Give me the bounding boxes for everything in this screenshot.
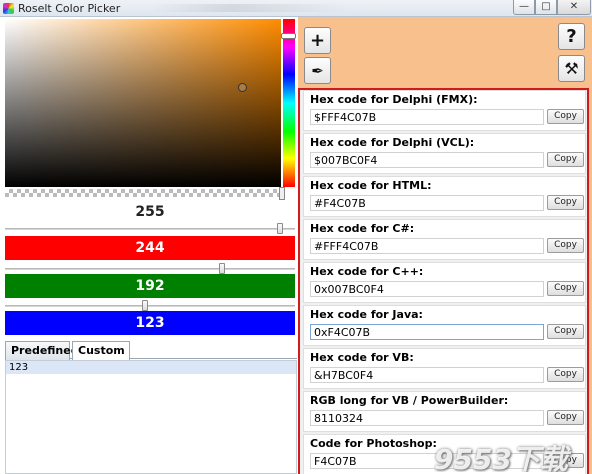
maximize-button[interactable]: □ [535, 0, 557, 15]
plus-icon: + [309, 30, 326, 51]
code-label: RGB long for VB / PowerBuilder: [310, 394, 509, 407]
add-color-button[interactable]: + [304, 27, 331, 54]
hue-slider[interactable] [283, 19, 295, 187]
palette-tabs: Predefined Custom [5, 340, 297, 360]
code-value-field[interactable]: #FFF4C07B [310, 238, 544, 254]
code-block-delphi-vcl: Hex code for Delphi (VCL): $007BC0F4 Cop… [303, 133, 586, 174]
app-icon [3, 3, 14, 14]
copy-button[interactable]: Copy [547, 195, 584, 210]
red-value[interactable]: 244 [5, 236, 295, 260]
code-value-field[interactable]: 0x007BC0F4 [310, 281, 544, 297]
copy-button[interactable]: Copy [547, 367, 584, 382]
copy-button[interactable]: Copy [547, 324, 584, 339]
code-value-field[interactable]: 8110324 [310, 410, 544, 426]
copy-button[interactable]: Copy [547, 238, 584, 253]
code-label: Hex code for HTML: [310, 179, 432, 192]
code-block-html: Hex code for HTML: #F4C07B Copy [303, 176, 586, 217]
alpha-strip-thumb[interactable] [279, 187, 285, 200]
settings-button[interactable]: ⚒ [558, 55, 585, 82]
watermark-logo: 9553下载 [434, 443, 568, 472]
saturation-value-picker[interactable] [5, 19, 281, 187]
code-block-java: Hex code for Java: 0xF4C07B Copy [303, 305, 586, 346]
tools-icon: ⚒ [564, 59, 579, 78]
green-slider-thumb[interactable] [142, 300, 148, 311]
code-label: Hex code for Delphi (FMX): [310, 93, 478, 106]
color-picker-marker[interactable] [238, 83, 247, 92]
copy-button[interactable]: Copy [547, 281, 584, 296]
code-value-field[interactable]: 0xF4C07B [310, 324, 544, 340]
minimize-button[interactable]: — [513, 0, 535, 15]
help-icon: ? [566, 26, 577, 47]
code-value-field[interactable]: $007BC0F4 [310, 152, 544, 168]
window-title: Roselt Color Picker [18, 2, 121, 15]
code-block-rgb-long: RGB long for VB / PowerBuilder: 8110324 … [303, 391, 586, 432]
tab-predefined[interactable]: Predefined [5, 341, 79, 360]
code-label: Hex code for Delphi (VCL): [310, 136, 475, 149]
code-block-cpp: Hex code for C++: 0x007BC0F4 Copy [303, 262, 586, 303]
code-label: Hex code for C#: [310, 222, 415, 235]
blue-value[interactable]: 123 [5, 311, 295, 335]
alpha-value[interactable]: 255 [5, 200, 295, 224]
code-block-csharp: Hex code for C#: #FFF4C07B Copy [303, 219, 586, 260]
copy-button[interactable]: Copy [547, 109, 584, 124]
code-block-delphi-fmx: Hex code for Delphi (FMX): $FFF4C07B Cop… [303, 90, 586, 131]
code-label: Code for Photoshop: [310, 437, 437, 450]
copy-button[interactable]: Copy [547, 410, 584, 425]
code-label: Hex code for C++: [310, 265, 424, 278]
eyedropper-icon: ✒ [311, 62, 324, 80]
custom-color-list[interactable]: 123 [5, 360, 297, 474]
tab-custom[interactable]: Custom [72, 341, 130, 360]
alpha-slider[interactable] [5, 228, 295, 230]
code-value-field[interactable]: #F4C07B [310, 195, 544, 211]
help-button[interactable]: ? [558, 23, 585, 50]
red-slider-thumb[interactable] [219, 263, 225, 274]
code-output-list: Hex code for Delphi (FMX): $FFF4C07B Cop… [298, 88, 589, 474]
red-slider[interactable] [5, 268, 295, 270]
close-button[interactable]: ✕ [557, 0, 591, 15]
code-value-field[interactable]: &H7BC0F4 [310, 367, 544, 383]
code-label: Hex code for VB: [310, 351, 414, 364]
code-block-vb: Hex code for VB: &H7BC0F4 Copy [303, 348, 586, 389]
code-value-field[interactable]: $FFF4C07B [310, 109, 544, 125]
alpha-preview-strip [5, 189, 281, 197]
list-item[interactable]: 123 [6, 361, 296, 374]
hue-slider-thumb[interactable] [281, 33, 296, 39]
green-value[interactable]: 192 [5, 274, 295, 298]
alpha-slider-thumb[interactable] [277, 223, 283, 234]
copy-button[interactable]: Copy [547, 152, 584, 167]
green-slider[interactable] [5, 305, 295, 307]
title-bar: Roselt Color Picker — □ ✕ [0, 0, 592, 17]
eyedropper-button[interactable]: ✒ [304, 57, 331, 84]
title-bar-ghost-text [150, 4, 350, 12]
code-label: Hex code for Java: [310, 308, 423, 321]
